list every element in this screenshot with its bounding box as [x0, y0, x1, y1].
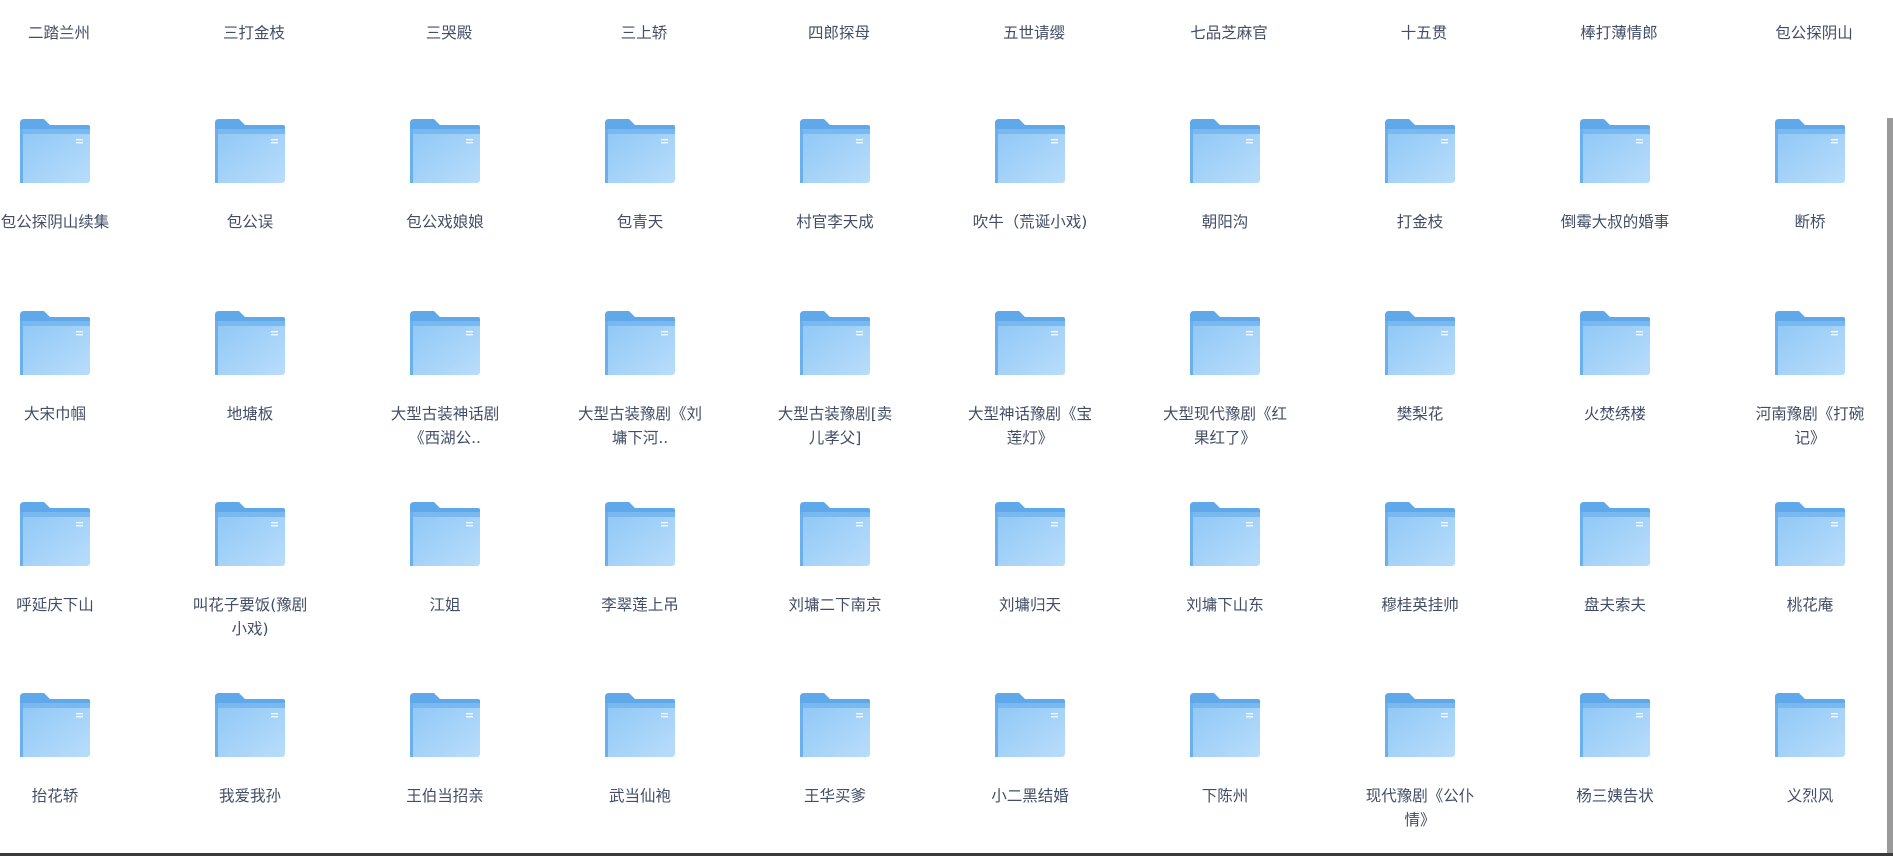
- folder-label[interactable]: 李翠莲上吊: [575, 593, 705, 617]
- folder-label-top-3[interactable]: 三哭殿: [364, 21, 534, 43]
- folder-label[interactable]: 江姐: [380, 593, 510, 617]
- folder-icon[interactable]: [408, 307, 482, 377]
- folder-label[interactable]: 倒霉大叔的婚事: [1550, 210, 1680, 234]
- folder-icon[interactable]: [603, 689, 677, 759]
- folder-label[interactable]: 打金枝: [1355, 210, 1485, 234]
- folder-icon[interactable]: [993, 115, 1067, 185]
- folder-icon[interactable]: [213, 307, 287, 377]
- folder-label[interactable]: 抬花轿: [0, 784, 120, 808]
- folder-icon[interactable]: [993, 498, 1067, 568]
- folder-label[interactable]: 包公误: [185, 210, 315, 234]
- folder-icon[interactable]: [1773, 689, 1847, 759]
- folder-label[interactable]: 大型古装神话剧《西湖公..: [380, 402, 510, 450]
- folder-icon[interactable]: [1578, 689, 1652, 759]
- folder-icon[interactable]: [603, 115, 677, 185]
- folder-icon[interactable]: [1773, 498, 1847, 568]
- folder-icon[interactable]: [18, 307, 92, 377]
- folder-icon[interactable]: [1188, 307, 1262, 377]
- folder-label[interactable]: 王伯当招亲: [380, 784, 510, 808]
- folder-label[interactable]: 盘夫索夫: [1550, 593, 1680, 617]
- folder-icon[interactable]: [603, 307, 677, 377]
- folder-label[interactable]: 樊梨花: [1355, 402, 1485, 426]
- folder-label[interactable]: 刘墉二下南京: [770, 593, 900, 617]
- folder-label[interactable]: 大宋巾帼: [0, 402, 120, 426]
- folder-icon[interactable]: [993, 689, 1067, 759]
- folder-icon[interactable]: [798, 689, 872, 759]
- folder-label[interactable]: 我爱我孙: [185, 784, 315, 808]
- folder-label[interactable]: 河南豫剧《打碗记》: [1745, 402, 1875, 450]
- folder-icon[interactable]: [1383, 115, 1457, 185]
- folder-icon[interactable]: [408, 689, 482, 759]
- folder-icon[interactable]: [408, 498, 482, 568]
- folder-icon[interactable]: [798, 498, 872, 568]
- folder-label[interactable]: 王华买爹: [770, 784, 900, 808]
- folder-icon[interactable]: [1578, 307, 1652, 377]
- folder-icon[interactable]: [993, 307, 1067, 377]
- folder-label-top-9[interactable]: 棒打薄情郎: [1534, 21, 1704, 43]
- folder-label[interactable]: 刘墉归天: [965, 593, 1095, 617]
- folder-label-top-5[interactable]: 四郎探母: [754, 21, 924, 43]
- folder-icon[interactable]: [603, 498, 677, 568]
- folder-icon[interactable]: [1188, 689, 1262, 759]
- folder-label-top-6[interactable]: 五世请缨: [949, 21, 1119, 43]
- folder-icon[interactable]: [1773, 115, 1847, 185]
- folder-label[interactable]: 小二黑结婚: [965, 784, 1095, 808]
- folder-label[interactable]: 刘墉下山东: [1160, 593, 1290, 617]
- folder-icon[interactable]: [798, 115, 872, 185]
- folder-label-top-8[interactable]: 十五贯: [1339, 21, 1509, 43]
- folder-icon[interactable]: [1383, 307, 1457, 377]
- folder-label[interactable]: 大型古装豫剧《刘墉下河..: [575, 402, 705, 450]
- folder-icon[interactable]: [1383, 689, 1457, 759]
- folder-label[interactable]: 村官李天成: [770, 210, 900, 234]
- vertical-scrollbar[interactable]: [1887, 118, 1893, 856]
- folder-label[interactable]: 包公探阴山续集: [0, 210, 120, 234]
- folder-icon[interactable]: [18, 115, 92, 185]
- folder-icon[interactable]: [213, 498, 287, 568]
- folder-label[interactable]: 义烈风: [1745, 784, 1875, 808]
- folder-icon[interactable]: [1578, 498, 1652, 568]
- folder-label[interactable]: 大型古装豫剧[卖儿孝父]: [770, 402, 900, 450]
- folder-label[interactable]: 穆桂英挂帅: [1355, 593, 1485, 617]
- folder-icon[interactable]: [798, 307, 872, 377]
- folder-label[interactable]: 武当仙袍: [575, 784, 705, 808]
- folder-label[interactable]: 吹牛（荒诞小戏): [965, 210, 1095, 234]
- folder-icon[interactable]: [1383, 498, 1457, 568]
- folder-icon[interactable]: [213, 115, 287, 185]
- folder-label[interactable]: 现代豫剧《公仆情》: [1355, 784, 1485, 832]
- folder-label[interactable]: 火焚绣楼: [1550, 402, 1680, 426]
- folder-icon[interactable]: [1188, 498, 1262, 568]
- folder-label[interactable]: 大型现代豫剧《红果红了》: [1160, 402, 1290, 450]
- folder-label[interactable]: 地塘板: [185, 402, 315, 426]
- folder-label[interactable]: 下陈州: [1160, 784, 1290, 808]
- folder-label[interactable]: 断桥: [1745, 210, 1875, 234]
- folder-icon[interactable]: [1188, 115, 1262, 185]
- folder-label-top-7[interactable]: 七品芝麻官: [1144, 21, 1314, 43]
- folder-label[interactable]: 包青天: [575, 210, 705, 234]
- folder-label-top-2[interactable]: 三打金枝: [169, 21, 339, 43]
- folder-label[interactable]: 包公戏娘娘: [380, 210, 510, 234]
- folder-icon[interactable]: [408, 115, 482, 185]
- folder-icon[interactable]: [1773, 307, 1847, 377]
- folder-icon[interactable]: [18, 498, 92, 568]
- folder-icon[interactable]: [1578, 115, 1652, 185]
- folder-label-top-1[interactable]: 二踏兰州: [0, 21, 144, 43]
- folder-icon[interactable]: [213, 689, 287, 759]
- folder-label[interactable]: 呼延庆下山: [0, 593, 120, 617]
- folder-label-top-10[interactable]: 包公探阴山: [1729, 21, 1893, 43]
- folder-label[interactable]: 桃花庵: [1745, 593, 1875, 617]
- folder-label[interactable]: 叫花子要饭(豫剧小戏): [185, 593, 315, 641]
- folder-label[interactable]: 杨三姨告状: [1550, 784, 1680, 808]
- folder-label-top-4[interactable]: 三上轿: [559, 21, 729, 43]
- folder-label[interactable]: 朝阳沟: [1160, 210, 1290, 234]
- file-browser-page: 二踏兰州 三打金枝 三哭殿 三上轿 四郎探母 五世请缨 七品芝麻官 十五贯 棒打薄情郎 包公探阴山…: [0, 0, 1893, 856]
- folder-icon[interactable]: [18, 689, 92, 759]
- folder-label[interactable]: 大型神话豫剧《宝莲灯》: [965, 402, 1095, 450]
